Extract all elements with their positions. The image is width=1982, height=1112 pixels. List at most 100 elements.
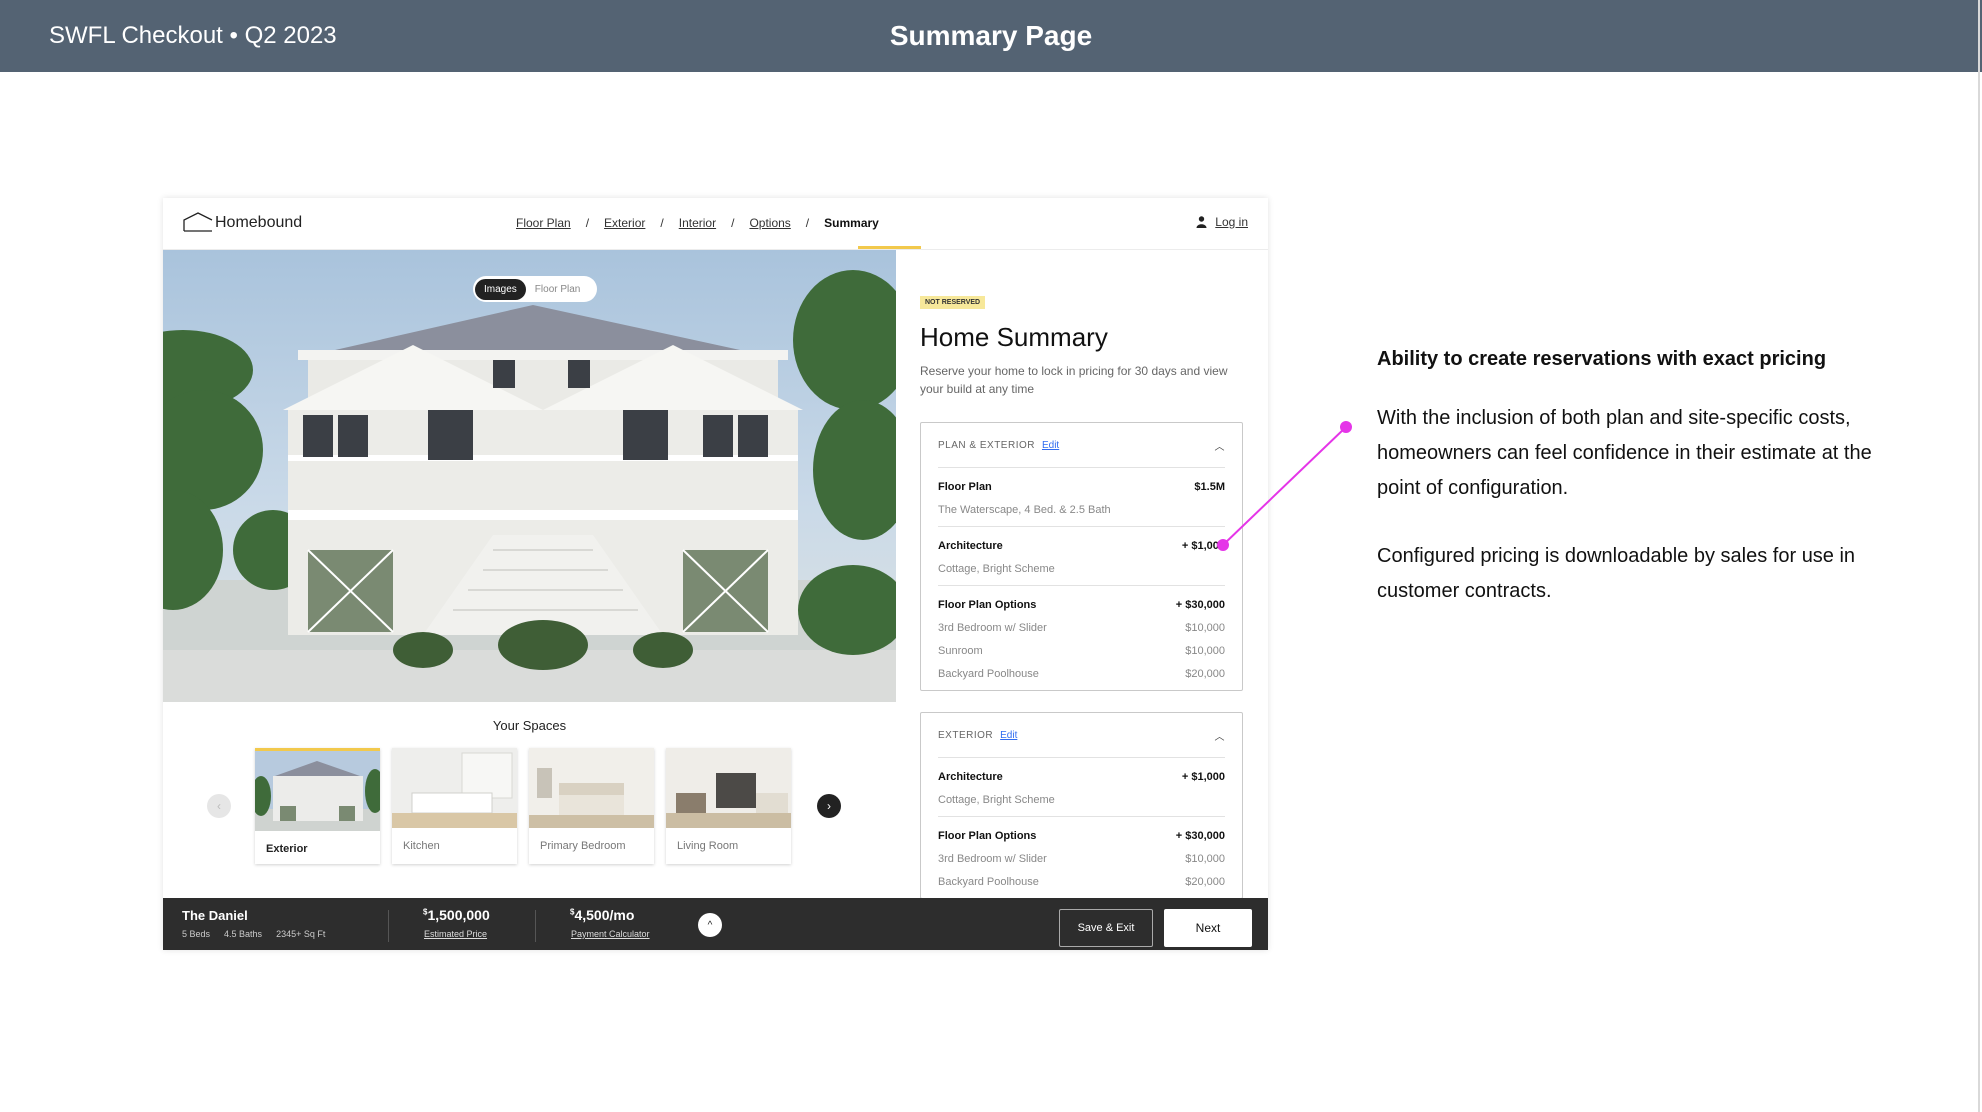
baths: 4.5 Baths	[224, 929, 263, 939]
login-label: Log in	[1215, 215, 1248, 229]
edit-link[interactable]: Edit	[1042, 440, 1059, 451]
chevron-up-icon: ^	[707, 919, 713, 931]
floor-plan-group: Floor Plan $1.5M The Waterscape, 4 Bed. &…	[938, 468, 1225, 527]
step-exterior[interactable]: Exterior	[604, 216, 645, 230]
toggle-images[interactable]: Images	[475, 278, 526, 300]
step-summary[interactable]: Summary	[824, 216, 879, 230]
option-value: $20,000	[1185, 667, 1225, 680]
user-icon	[1196, 216, 1207, 228]
option-value: $10,000	[1185, 644, 1225, 657]
plan-exterior-card: PLAN & EXTERIOR Edit ︿ Floor Plan $1.5M T…	[920, 422, 1243, 691]
chevron-up-icon[interactable]: ︿	[1215, 728, 1226, 743]
option-label: Backyard Poolhouse	[938, 875, 1039, 888]
kitchen-thumbnail	[392, 748, 517, 828]
living-room-thumbnail	[666, 748, 791, 828]
chevron-right-icon: ›	[827, 799, 831, 813]
reservation-status-badge: NOT RESERVED	[920, 296, 986, 309]
line-value: + $30,000	[1175, 598, 1225, 611]
home-specs: 5 Beds 4.5 Baths 2345+ Sq Ft	[182, 929, 325, 939]
card-header: EXTERIOR Edit ︿	[938, 713, 1225, 758]
line-label: Floor Plan Options	[938, 829, 1037, 842]
exterior-card: EXTERIOR Edit ︿ Architecture + $1,000 Cot…	[920, 712, 1243, 898]
space-thumb-kitchen[interactable]: Kitchen	[392, 748, 517, 864]
space-label: Kitchen	[403, 840, 440, 852]
expand-button[interactable]: ^	[698, 913, 722, 937]
line-detail: Cottage, Bright Scheme	[938, 562, 1055, 575]
spaces-title: Your Spaces	[492, 718, 567, 733]
carousel-next-button[interactable]: ›	[817, 794, 841, 818]
home-summary-subtitle: Reserve your home to lock in pricing for…	[920, 364, 1228, 396]
toggle-floor-plan[interactable]: Floor Plan	[526, 279, 590, 300]
homebound-logo[interactable]: Homebound	[183, 212, 302, 232]
bedroom-thumbnail	[529, 748, 654, 828]
slide-edge	[1978, 0, 1980, 1112]
card-title: PLAN & EXTERIOR	[938, 439, 1035, 451]
floor-plan-options-group: Floor Plan Options + $30,000 3rd Bedroom …	[938, 586, 1225, 690]
carousel-prev-button[interactable]: ‹	[207, 794, 231, 818]
option-value: $10,000	[1185, 621, 1225, 634]
architecture-group: Architecture + $1,000 Cottage, Bright Sch…	[938, 527, 1225, 586]
callout-dot-end	[1340, 421, 1352, 433]
space-thumb-exterior[interactable]: Exterior	[251, 748, 385, 864]
architecture-group: Architecture + $1,000 Cottage, Bright Sch…	[938, 758, 1225, 817]
option-label: Sunroom	[938, 644, 983, 657]
annotation-heading: Ability to create reservations with exac…	[1377, 348, 1827, 370]
floor-plan-options-group: Floor Plan Options + $30,000 3rd Bedroom …	[938, 817, 1225, 898]
hero-house-image: Images Floor Plan	[163, 250, 896, 702]
line-value: + $1,000	[1181, 770, 1225, 783]
estimated-price: $1,500,000	[423, 907, 490, 923]
option-value: $10,000	[1185, 852, 1225, 865]
home-summary-title: Home Summary	[920, 322, 1108, 352]
line-label: Floor Plan Options	[938, 598, 1037, 611]
slide-header: SWFL Checkout • Q2 2023 Summary Page	[0, 0, 1982, 72]
line-value: + $1,000	[1181, 539, 1225, 552]
house-outline-icon	[183, 212, 213, 232]
logo-text: Homebound	[215, 214, 303, 231]
payment-calculator-link[interactable]: Payment Calculator	[571, 929, 650, 939]
estimated-price-link[interactable]: Estimated Price	[424, 929, 487, 939]
edit-link[interactable]: Edit	[1000, 730, 1017, 741]
space-label: Living Room	[677, 840, 739, 852]
line-label: Architecture	[938, 770, 1003, 783]
space-label: Primary Bedroom	[540, 840, 626, 852]
next-button[interactable]: Next	[1164, 909, 1252, 947]
option-label: Backyard Poolhouse	[938, 667, 1039, 680]
summary-panel: NOT RESERVED Home Summary Reserve your h…	[896, 250, 1268, 898]
annotation-paragraph-1: With the inclusion of both plan and site…	[1377, 407, 1872, 499]
line-detail: The Waterscape, 4 Bed. & 2.5 Bath	[938, 503, 1111, 516]
step-options[interactable]: Options	[749, 216, 790, 230]
card-title: EXTERIOR	[938, 729, 994, 741]
top-nav: Homebound Floor Plan / Exterior / Interi…	[163, 198, 1268, 250]
line-label: Floor Plan	[938, 480, 992, 493]
chevron-up-icon[interactable]: ︿	[1215, 438, 1226, 453]
line-detail: Cottage, Bright Scheme	[938, 793, 1055, 806]
divider	[388, 910, 389, 942]
login-link[interactable]: Log in	[1196, 215, 1248, 229]
monthly-value: 4,500/mo	[574, 907, 635, 923]
save-exit-button[interactable]: Save & Exit	[1059, 909, 1153, 947]
product-screenshot: Homebound Floor Plan / Exterior / Interi…	[163, 198, 1268, 950]
space-thumb-primary-bedroom[interactable]: Primary Bedroom	[529, 748, 654, 864]
step-separator: /	[731, 216, 735, 230]
step-floor-plan[interactable]: Floor Plan	[516, 216, 571, 230]
active-step-indicator	[858, 246, 921, 249]
bottom-summary-bar: The Daniel 5 Beds 4.5 Baths 2345+ Sq Ft …	[163, 898, 1268, 950]
line-value: $1.5M	[1194, 480, 1225, 493]
exterior-thumbnail	[251, 751, 385, 831]
annotation-paragraph-2: Configured pricing is downloadable by sa…	[1377, 545, 1856, 602]
view-toggle[interactable]: Images Floor Plan	[473, 276, 597, 302]
step-interior[interactable]: Interior	[679, 216, 716, 230]
beds: 5 Beds	[182, 929, 211, 939]
step-separator: /	[585, 216, 590, 230]
line-value: + $30,000	[1175, 829, 1225, 842]
slide-title: Summary Page	[889, 20, 1093, 51]
space-thumb-living-room[interactable]: Living Room	[666, 748, 791, 864]
option-value: $20,000	[1185, 875, 1225, 888]
step-separator: /	[805, 216, 810, 230]
home-name: The Daniel	[182, 908, 248, 923]
step-separator: /	[660, 216, 664, 230]
space-label: Exterior	[266, 843, 308, 855]
chevron-left-icon: ‹	[217, 799, 221, 813]
checkout-steps: Floor Plan / Exterior / Interior / Optio…	[516, 216, 879, 230]
monthly-payment: $4,500/mo	[570, 907, 634, 923]
